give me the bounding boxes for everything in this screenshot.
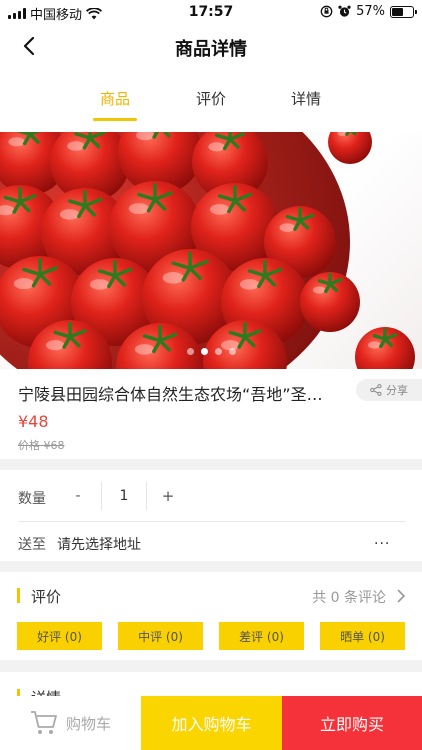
cart-label: 购物车 (65, 714, 111, 733)
buy-now-button[interactable]: 立即购买 (282, 696, 422, 750)
alarm-icon (338, 5, 351, 17)
reviews-section: 评价 共 0 条评论 好评 (0) 中评 (0) 差评 (0) 晒单 (0) (0, 572, 422, 660)
quantity-value[interactable]: 1 (102, 488, 146, 504)
product-name: 宁陵县田园综合体自然生态农场“吾地”圣… (18, 385, 323, 404)
status-bar: 中国移动 17:57 57% (0, 0, 422, 24)
purchase-options: 数量 - 1 + 送至 请先选择地址 ... (0, 470, 422, 561)
tab-bar: 商品 评价 详情 (0, 68, 422, 132)
tab-reviews[interactable]: 评价 (196, 88, 226, 109)
active-tab-underline (93, 118, 137, 121)
divider (18, 521, 406, 522)
reviews-title: 评价 (31, 588, 62, 606)
product-info: 宁陵县田园综合体自然生态农场“吾地”圣… 分享 ¥48 价格 ¥68 (0, 369, 422, 459)
quantity-plus-button[interactable]: + (156, 487, 180, 505)
address-selector[interactable]: 请先选择地址 (57, 534, 141, 554)
product-image-carousel[interactable] (0, 132, 422, 369)
filter-photo-review[interactable]: 晒单 (0) (320, 622, 405, 650)
share-icon (370, 384, 382, 396)
carousel-dot[interactable] (186, 348, 194, 355)
share-label: 分享 (386, 384, 408, 397)
divider (146, 482, 147, 510)
filter-neutral-review[interactable]: 中评 (0) (118, 622, 203, 650)
battery-icon (390, 5, 417, 18)
carousel-dot[interactable] (214, 348, 222, 355)
filter-good-review[interactable]: 好评 (0) (17, 622, 102, 650)
bottom-action-bar: 购物车 加入购物车 立即购买 (0, 696, 422, 750)
filter-bad-review[interactable]: 差评 (0) (219, 622, 304, 650)
address-more-button[interactable]: ... (374, 532, 390, 548)
carousel-dot[interactable] (200, 348, 208, 355)
tab-product[interactable]: 商品 (100, 88, 130, 109)
product-detail-page: 中国移动 17:57 57% 商品详情 商品 评价 详情 宁陵县田园综合体自然生… (0, 0, 422, 750)
battery-percent: 57% (356, 4, 385, 19)
quantity-minus-button[interactable]: - (66, 488, 90, 504)
carousel-dots (0, 348, 422, 355)
add-to-cart-button[interactable]: 加入购物车 (141, 696, 282, 750)
original-price: 价格 ¥68 (18, 439, 65, 452)
chevron-right-icon[interactable] (396, 589, 406, 603)
status-right: 57% (320, 4, 417, 19)
page-title: 商品详情 (175, 39, 247, 60)
share-button[interactable]: 分享 (356, 379, 422, 401)
quantity-label: 数量 (18, 491, 46, 507)
carousel-dot[interactable] (228, 348, 236, 355)
shopping-cart-icon (30, 711, 57, 734)
cherry-tomatoes-photo (0, 132, 415, 369)
cart-button[interactable]: 购物车 (0, 696, 141, 750)
review-count[interactable]: 共 0 条评论 (312, 587, 386, 607)
ship-to-label: 送至 (18, 537, 46, 553)
section-marker (17, 588, 20, 603)
rotation-lock-icon (320, 5, 333, 18)
tab-details[interactable]: 详情 (291, 88, 321, 109)
product-price: ¥48 (18, 412, 49, 431)
nav-header: 商品详情 (0, 24, 422, 68)
